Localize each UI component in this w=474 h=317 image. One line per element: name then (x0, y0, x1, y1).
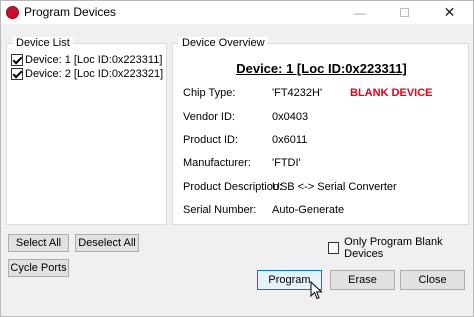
vendor-id-value: 0x0403 (272, 111, 309, 123)
product-description-value: USB <-> Serial Converter (272, 181, 397, 193)
device-list-label: Device List (13, 37, 73, 49)
only-blank-devices-label: Only Program Blank Devices (344, 236, 443, 260)
manufacturer-value: 'FTDI' (272, 157, 301, 169)
mouse-cursor-icon (310, 281, 323, 300)
select-all-button[interactable]: Select All (8, 234, 69, 252)
serial-number-label: Serial Number: (183, 204, 257, 216)
serial-number-value: Auto-Generate (272, 204, 345, 216)
manufacturer-label: Manufacturer: (183, 157, 251, 169)
device-list-item-2[interactable]: Device: 2 [Loc ID:0x223321] (11, 67, 163, 81)
device-overview-group: Device Overview Device: 1 [Loc ID:0x2233… (172, 37, 469, 225)
device-2-checkbox[interactable] (11, 68, 23, 80)
close-button[interactable]: Close (400, 270, 465, 290)
app-icon (6, 6, 19, 19)
selected-device-heading: Device: 1 [Loc ID:0x223311] (236, 61, 407, 76)
product-description-label: Product Description: (183, 181, 283, 193)
device-list-group: Device List Device: 1 [Loc ID:0x223311] … (6, 37, 167, 225)
window-title: Program Devices (24, 5, 117, 19)
title-bar[interactable]: Program Devices — ☐ ✕ (1, 1, 473, 24)
only-blank-devices-option[interactable]: Only Program Blank Devices (328, 236, 473, 260)
only-blank-devices-checkbox[interactable] (328, 242, 340, 254)
product-id-label: Product ID: (183, 134, 239, 146)
vendor-id-label: Vendor ID: (183, 111, 235, 123)
deselect-all-button[interactable]: Deselect All (75, 234, 139, 252)
product-id-value: 0x6011 (272, 134, 308, 146)
device-list-item-1[interactable]: Device: 1 [Loc ID:0x223311] (11, 53, 162, 67)
blank-device-badge: BLANK DEVICE (350, 87, 433, 99)
erase-button[interactable]: Erase (330, 270, 395, 290)
chip-type-label: Chip Type: (183, 87, 236, 99)
minimize-button[interactable]: — (337, 1, 382, 24)
program-devices-window: Program Devices — ☐ ✕ Device List Device… (0, 0, 474, 317)
close-window-button[interactable]: ✕ (427, 1, 472, 24)
maximize-button[interactable]: ☐ (382, 1, 427, 24)
device-1-label: Device: 1 [Loc ID:0x223311] (25, 54, 163, 66)
device-1-checkbox[interactable] (11, 54, 23, 66)
device-2-label: Device: 2 [Loc ID:0x223321] (25, 68, 164, 80)
chip-type-value: 'FT4232H' (272, 87, 323, 99)
cycle-ports-button[interactable]: Cycle Ports (8, 259, 69, 277)
device-overview-label: Device Overview (179, 37, 268, 49)
